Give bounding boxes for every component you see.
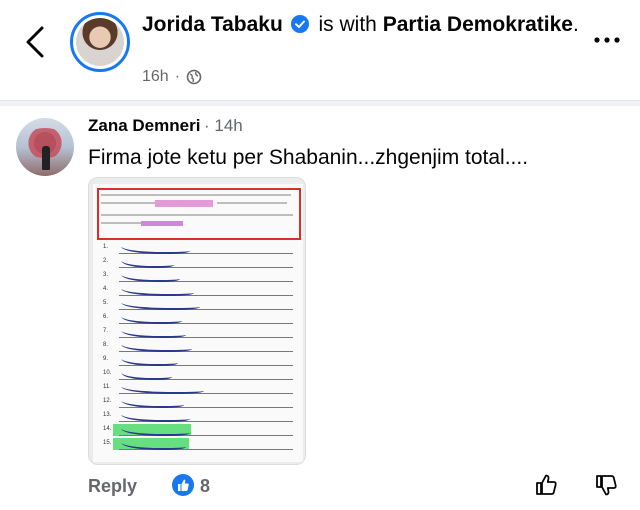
back-arrow-icon[interactable] [18, 22, 54, 62]
title-period: . [572, 13, 579, 36]
meta-separator: · [174, 68, 181, 85]
post-meta: 16h · [142, 68, 202, 86]
section-divider [0, 100, 640, 106]
author-name[interactable]: Jorida Tabaku [142, 13, 283, 36]
comment-text: Firma jote ketu per Shabanin...zhgenjim … [88, 146, 529, 169]
thumbs-up-icon[interactable] [534, 472, 560, 498]
comment-time: · 14h [204, 116, 243, 135]
more-options-icon[interactable] [590, 30, 624, 50]
signature-sheet: 1. 2. 3. 4. 5. 6. 7. 8. 9. 10. 11. 12. 1… [93, 184, 303, 462]
post-time[interactable]: 16h [142, 68, 169, 86]
attached-document-image[interactable]: 1. 2. 3. 4. 5. 6. 7. 8. 9. 10. 11. 12. 1… [88, 177, 306, 465]
globe-icon [186, 69, 202, 85]
post-title: Jorida Tabaku is with Partia Demokratike… [142, 10, 582, 39]
with-connector: is with [318, 13, 377, 36]
post-header: Jorida Tabaku is with Partia Demokratike… [0, 0, 640, 100]
author-avatar[interactable] [70, 12, 130, 72]
tagged-page-name[interactable]: Partia Demokratike [383, 13, 573, 36]
commenter-avatar[interactable] [16, 118, 74, 176]
commenter-name[interactable]: Zana Demneri [88, 116, 200, 136]
thumbs-down-icon[interactable] [594, 472, 620, 498]
verified-badge-icon [290, 15, 309, 33]
reply-button[interactable]: Reply [88, 476, 137, 497]
like-count: 8 [200, 476, 211, 496]
like-reaction-icon[interactable] [172, 474, 194, 496]
